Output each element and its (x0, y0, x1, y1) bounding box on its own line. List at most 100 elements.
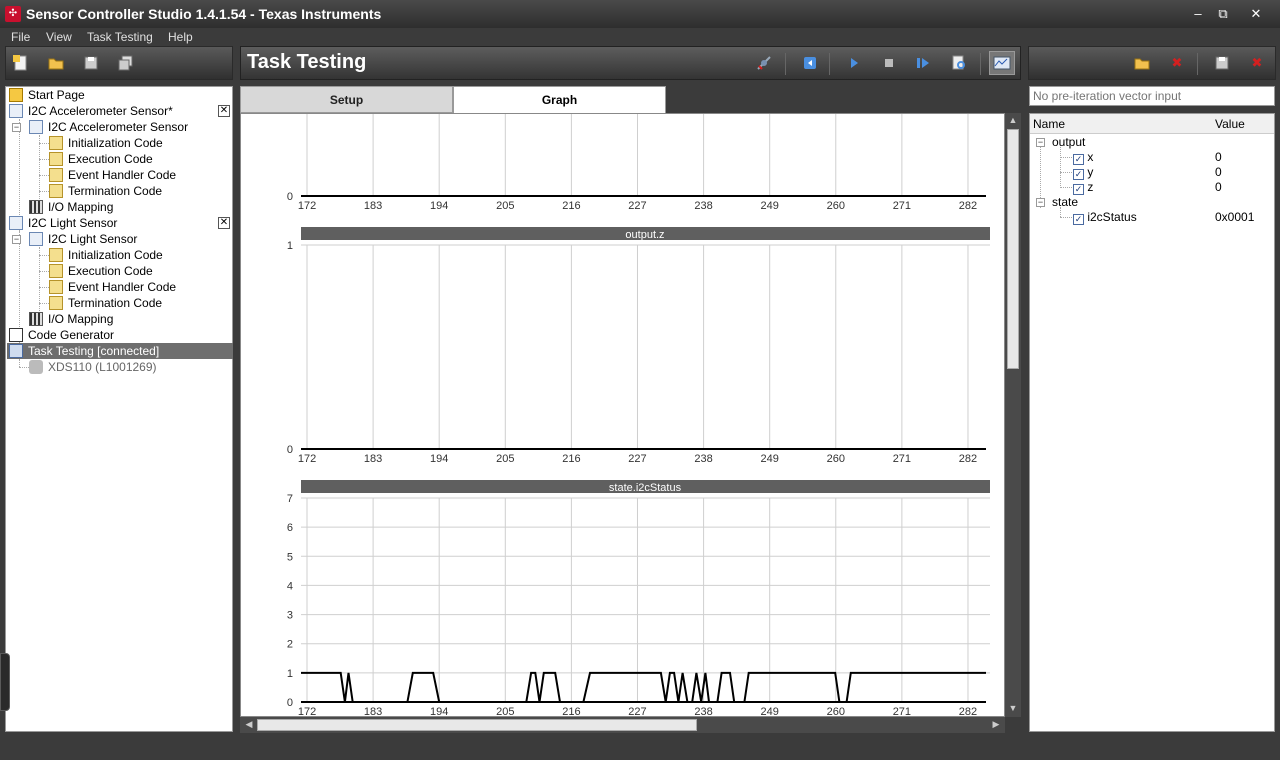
x-tick-label: 183 (364, 453, 382, 465)
x-tick-label: 216 (562, 453, 580, 465)
menu-view[interactable]: View (46, 28, 72, 46)
save-vector-icon[interactable] (1213, 54, 1231, 72)
code-scroll-icon (49, 136, 63, 150)
vertical-scrollbar[interactable]: ▲ ▼ (1005, 113, 1021, 717)
variable-value: 0 (1215, 180, 1222, 194)
tab-graph[interactable]: Graph (453, 86, 666, 113)
collapse-icon[interactable]: − (1036, 138, 1045, 147)
save-icon[interactable] (82, 54, 100, 72)
graph-view-icon[interactable] (989, 51, 1015, 75)
x-tick-label: 238 (694, 706, 712, 717)
inspect-icon[interactable] (950, 54, 968, 72)
x-tick-label: 227 (628, 200, 646, 212)
close-task-icon[interactable]: ✕ (218, 105, 230, 117)
horizontal-scrollbar[interactable]: ◀ ▶ (240, 717, 1005, 733)
close-task-icon[interactable]: ✕ (218, 217, 230, 229)
tree-accel-term-code[interactable]: Termination Code (49, 183, 162, 199)
clear-vector-icon[interactable]: ✖ (1168, 54, 1186, 72)
variable-row[interactable]: ✓ x (1073, 149, 1093, 165)
collapse-icon[interactable]: − (12, 123, 21, 132)
tree-debugger[interactable]: XDS110 (L1001269) (29, 359, 157, 375)
minimize-button[interactable]: ‒ (1186, 4, 1210, 24)
maximize-button[interactable]: ⧉ (1211, 4, 1235, 24)
tree-accel-event-code[interactable]: Event Handler Code (49, 167, 176, 183)
y-tick-label: 0 (287, 444, 293, 456)
tree-accel-exec-code[interactable]: Execution Code (49, 151, 153, 167)
x-tick-label: 227 (628, 706, 646, 717)
tree-light-event-code[interactable]: Event Handler Code (49, 279, 176, 295)
vertical-scroll-thumb[interactable] (1007, 129, 1019, 369)
tree-label: I2C Accelerometer Sensor* (28, 104, 173, 118)
scroll-up-icon[interactable]: ▲ (1006, 115, 1020, 127)
code-scroll-icon (49, 168, 63, 182)
project-tree: Start Page I2C Accelerometer Sensor* ✕ −… (5, 86, 233, 732)
tree-light-io-mapping[interactable]: I/O Mapping (29, 311, 113, 327)
tree-accel-io-mapping[interactable]: I/O Mapping (29, 199, 113, 215)
menu-task-testing[interactable]: Task Testing (87, 28, 153, 46)
open-project-icon[interactable] (47, 54, 65, 72)
reset-icon[interactable] (801, 54, 819, 72)
variable-row[interactable]: ✓ i2cStatus (1073, 209, 1137, 225)
horizontal-scroll-thumb[interactable] (257, 719, 697, 731)
tree-code-generator[interactable]: Code Generator (9, 327, 114, 343)
stop-icon[interactable] (880, 54, 898, 72)
variable-row[interactable]: ✓ z (1073, 179, 1093, 195)
variable-name: y (1087, 165, 1094, 179)
menu-help[interactable]: Help (168, 28, 193, 46)
tree-light-task[interactable]: I2C Light Sensor (9, 215, 117, 231)
x-tick-label: 282 (959, 453, 977, 465)
page-title: Task Testing (247, 51, 367, 73)
tree-accel-init-code[interactable]: Initialization Code (49, 135, 163, 151)
tree-label: I/O Mapping (48, 312, 114, 326)
code-scroll-icon (49, 184, 63, 198)
scroll-right-icon[interactable]: ▶ (990, 719, 1002, 731)
x-tick-label: 205 (496, 706, 514, 717)
tree-label: Event Handler Code (68, 280, 177, 294)
new-project-icon[interactable] (12, 54, 30, 72)
x-tick-label: 238 (694, 453, 712, 465)
tree-accel-sensor[interactable]: I2C Accelerometer Sensor (29, 119, 188, 135)
vector-toolbar: ✖ ✖ (1028, 46, 1276, 80)
collapse-icon[interactable]: − (12, 235, 21, 244)
tree-task-testing[interactable]: Task Testing [connected] (9, 343, 159, 359)
tree-start-page[interactable]: Start Page (9, 87, 85, 103)
tree-light-sensor[interactable]: I2C Light Sensor (29, 231, 137, 247)
tree-label: Termination Code (68, 184, 163, 198)
variable-table: Name Value − output ✓ x 0 ✓ y 0 ✓ z 0 − … (1029, 113, 1275, 732)
ti-logo-icon: ✣ (5, 6, 21, 22)
window-title: Sensor Controller Studio 1.4.1.54 - Texa… (26, 6, 382, 22)
group-output[interactable]: output (1052, 134, 1085, 150)
x-tick-label: 205 (496, 453, 514, 465)
save-all-icon[interactable] (117, 54, 135, 72)
checkbox-checked-icon[interactable]: ✓ (1073, 214, 1084, 225)
variable-row[interactable]: ✓ y (1073, 164, 1093, 180)
tree-light-exec-code[interactable]: Execution Code (49, 263, 153, 279)
tree-light-term-code[interactable]: Termination Code (49, 295, 162, 311)
vector-input-field[interactable] (1029, 86, 1275, 106)
close-window-button[interactable]: ✕ (1244, 4, 1268, 24)
delete-vector-icon[interactable]: ✖ (1248, 54, 1266, 72)
tree-label: Code Generator (28, 328, 115, 342)
tab-setup[interactable]: Setup (240, 86, 453, 113)
x-tick-label: 194 (430, 200, 448, 212)
menu-file[interactable]: File (11, 28, 30, 46)
sensor-doc-icon (29, 232, 43, 246)
y-tick-label: 5 (287, 551, 293, 563)
open-vector-icon[interactable] (1133, 54, 1151, 72)
tree-light-init-code[interactable]: Initialization Code (49, 247, 163, 263)
scroll-down-icon[interactable]: ▼ (1006, 703, 1020, 715)
group-state[interactable]: state (1052, 194, 1078, 210)
run-icon[interactable] (845, 54, 863, 72)
task-testing-header: Task Testing (240, 46, 1021, 80)
graph-area: 172 183 194 205 216 227 238 249 260 271 282 0 output… (240, 113, 1005, 717)
connect-icon[interactable] (755, 54, 773, 72)
collapse-icon[interactable]: − (1036, 198, 1045, 207)
x-tick-label: 271 (893, 453, 911, 465)
scroll-left-icon[interactable]: ◀ (243, 719, 255, 731)
plot-title: state.i2cStatus (609, 482, 682, 494)
y-tick-label: 7 (287, 493, 293, 505)
tree-accel-task[interactable]: I2C Accelerometer Sensor* (9, 103, 173, 119)
code-scroll-icon (49, 248, 63, 262)
project-toolbar (5, 46, 233, 80)
step-icon[interactable] (914, 54, 932, 72)
